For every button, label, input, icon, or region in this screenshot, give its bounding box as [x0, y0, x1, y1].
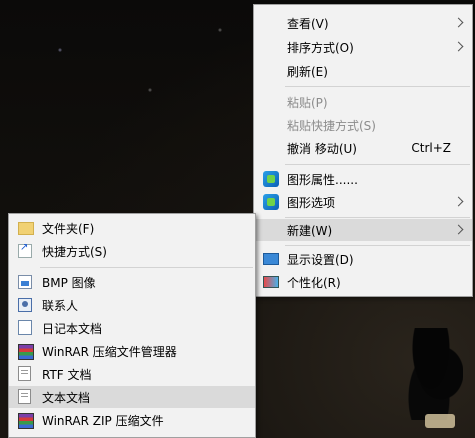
- rtf-document-icon: [18, 366, 31, 381]
- menu-item-sort-by[interactable]: 排序方式(O): [254, 36, 472, 58]
- menu-item-label: 图形选项: [287, 195, 336, 210]
- menu-item-paste-shortcut[interactable]: 粘贴快捷方式(S): [254, 114, 472, 136]
- folder-icon: [18, 222, 34, 235]
- chevron-right-icon: [453, 224, 464, 235]
- contact-icon: [18, 298, 32, 312]
- submenu-item-winrar-zip[interactable]: WinRAR ZIP 压缩文件: [9, 409, 255, 431]
- menu-item-label: 个性化(R): [287, 275, 341, 290]
- graphics-properties-icon: [263, 171, 279, 187]
- menu-separator: [285, 164, 470, 165]
- shortcut-hint: Ctrl+Z: [411, 141, 451, 155]
- submenu-item-contact[interactable]: 联系人: [9, 294, 255, 316]
- menu-separator: [285, 86, 470, 87]
- submenu-item-journal[interactable]: 日记本文档: [9, 317, 255, 339]
- desktop-context-menu: 查看(V) 排序方式(O) 刷新(E) 粘贴(P) 粘贴快捷方式(S) 撤消 移…: [253, 4, 473, 297]
- menu-separator: [40, 267, 253, 268]
- menu-item-label: BMP 图像: [42, 275, 96, 290]
- menu-item-display-settings[interactable]: 显示设置(D): [254, 248, 472, 270]
- menu-item-paste[interactable]: 粘贴(P): [254, 91, 472, 113]
- chevron-right-icon: [453, 41, 464, 52]
- menu-item-undo-move[interactable]: 撤消 移动(U) Ctrl+Z: [254, 137, 472, 159]
- submenu-item-folder[interactable]: 文件夹(F): [9, 217, 255, 239]
- menu-item-label: RTF 文档: [42, 367, 92, 382]
- menu-item-view[interactable]: 查看(V): [254, 12, 472, 34]
- winrar-zip-icon: [18, 413, 34, 429]
- menu-item-refresh[interactable]: 刷新(E): [254, 60, 472, 82]
- distant-light: [425, 414, 455, 428]
- menu-item-label: 粘贴快捷方式(S): [287, 118, 376, 133]
- shortcut-icon: [18, 242, 32, 258]
- personalize-icon: [263, 276, 279, 288]
- chevron-right-icon: [453, 17, 464, 28]
- menu-item-label: WinRAR ZIP 压缩文件: [42, 413, 164, 428]
- menu-item-label: 图形属性......: [287, 172, 358, 187]
- menu-item-label: 文本文档: [42, 390, 91, 405]
- menu-item-label: 排序方式(O): [287, 40, 354, 55]
- graphics-options-icon: [263, 194, 279, 210]
- menu-separator: [285, 217, 470, 218]
- menu-item-new[interactable]: 新建(W): [254, 219, 472, 241]
- menu-item-label: 粘贴(P): [287, 95, 328, 110]
- menu-item-label: 文件夹(F): [42, 221, 95, 236]
- tree-silhouette: [401, 328, 463, 420]
- menu-separator: [285, 245, 470, 246]
- submenu-item-rtf-document[interactable]: RTF 文档: [9, 363, 255, 385]
- menu-item-label: 撤消 移动(U): [287, 141, 357, 156]
- menu-item-label: 刷新(E): [287, 64, 328, 79]
- menu-item-label: 日记本文档: [42, 321, 103, 336]
- menu-item-label: 联系人: [42, 298, 79, 313]
- menu-item-graphics-options[interactable]: 图形选项: [254, 191, 472, 213]
- submenu-item-shortcut[interactable]: 快捷方式(S): [9, 240, 255, 262]
- bmp-image-icon: [18, 275, 32, 289]
- new-submenu: 文件夹(F) 快捷方式(S) BMP 图像 联系人 日记本文档 WinRAR 压…: [8, 213, 256, 438]
- submenu-item-winrar-archive[interactable]: WinRAR 压缩文件管理器: [9, 340, 255, 362]
- text-document-icon: [18, 389, 31, 404]
- submenu-item-bmp-image[interactable]: BMP 图像: [9, 271, 255, 293]
- journal-icon: [18, 320, 32, 335]
- winrar-icon: [18, 344, 34, 360]
- menu-item-label: 显示设置(D): [287, 252, 354, 267]
- menu-item-graphics-properties[interactable]: 图形属性......: [254, 168, 472, 190]
- menu-item-label: 查看(V): [287, 16, 329, 31]
- display-settings-icon: [263, 253, 279, 265]
- chevron-right-icon: [453, 196, 464, 207]
- submenu-item-text-document[interactable]: 文本文档: [9, 386, 255, 408]
- menu-item-label: 快捷方式(S): [42, 244, 107, 259]
- menu-item-personalize[interactable]: 个性化(R): [254, 271, 472, 293]
- menu-item-label: 新建(W): [287, 223, 333, 238]
- menu-item-label: WinRAR 压缩文件管理器: [42, 344, 177, 359]
